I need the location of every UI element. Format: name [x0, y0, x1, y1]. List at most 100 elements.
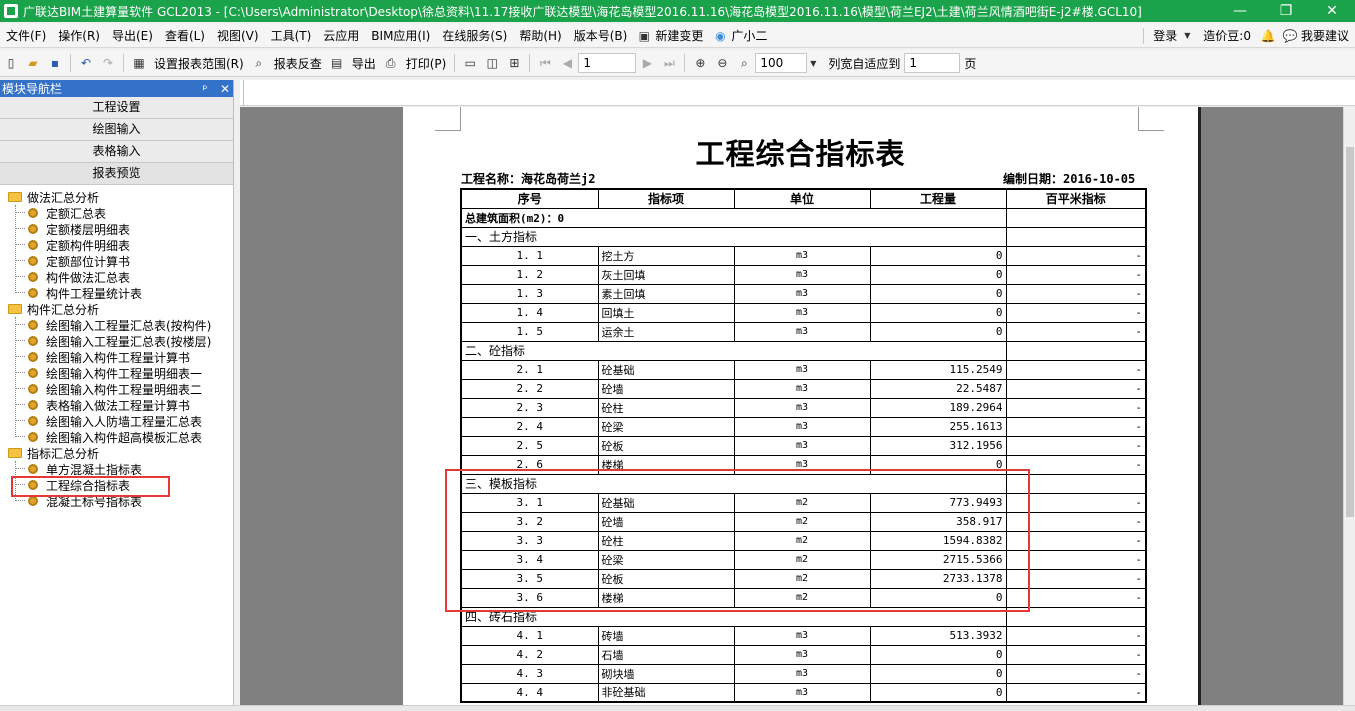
page-number-input[interactable]	[578, 53, 637, 73]
tree-item[interactable]: 绘图输入工程量汇总表(按楼层)	[0, 333, 233, 349]
close-button[interactable]: ✕	[1309, 3, 1355, 19]
row-qty: 0	[869, 682, 1007, 703]
redo-icon[interactable]: ↷	[100, 55, 116, 71]
report-date: 编制日期：2016-10-05	[1003, 172, 1136, 186]
zoom-out-icon[interactable]: ⊖	[714, 55, 730, 71]
feedback-button[interactable]: 我要建议	[1301, 27, 1355, 44]
tree-item[interactable]: 构件做法汇总表	[0, 269, 233, 285]
chevron-down-icon[interactable]: ▼	[805, 55, 821, 71]
menu-view[interactable]: 视图(V)	[211, 27, 265, 44]
tree-item[interactable]: 绘图输入构件工程量计算书	[0, 349, 233, 365]
row-unit: m3	[733, 302, 871, 323]
tree-item[interactable]: 绘图输入工程量汇总表(按构件)	[0, 317, 233, 333]
single-page-icon[interactable]: ▭	[462, 55, 478, 71]
new-file-icon[interactable]: ▯	[3, 55, 19, 71]
login-button[interactable]: 登录	[1147, 27, 1183, 44]
nav-drawing-input[interactable]: 绘图输入	[0, 119, 233, 141]
assistant-button[interactable]: 广小二	[731, 27, 773, 44]
report-range-icon: ▦	[133, 56, 145, 70]
menu-cloud[interactable]: 云应用	[317, 27, 365, 44]
table-row: 1. 4 回填土 m3 0-	[460, 302, 1147, 323]
zoom-in-icon[interactable]: ⊕	[692, 55, 708, 71]
table-body: 总建筑面积(m2)：0 一、土方指标 1. 1 挖土方 m3 0-1. 2 灰土回填 m3 0…	[460, 207, 1147, 703]
multi-page-icon[interactable]: ⊞	[506, 55, 522, 71]
tree-group-index-summary[interactable]: 指标汇总分析	[0, 445, 233, 461]
report-preview-canvas[interactable]: 工程综合指标表 工程名称：海花岛荷兰j2 编制日期：2016-10-05 序号 …	[240, 107, 1343, 705]
row-item: 砌块墙	[597, 663, 735, 684]
tree-item[interactable]: 定额构件明细表	[0, 237, 233, 253]
row-item: 素土回填	[597, 283, 735, 304]
set-report-range-button[interactable]: 设置报表范围(R)	[150, 55, 248, 72]
row-index: -	[1005, 435, 1147, 456]
tree-item-label: 绘图输入构件工程量明细表二	[46, 382, 203, 397]
tree-item-label: 绘图输入人防墙工程量汇总表	[46, 414, 203, 429]
tree-item[interactable]: 单方混凝土指标表	[0, 461, 233, 477]
search-icon[interactable]: ⌕	[736, 55, 752, 71]
tree-item[interactable]: 定额楼层明细表	[0, 221, 233, 237]
menu-view-l[interactable]: 查看(L)	[159, 27, 211, 44]
row-qty: 255.1613	[869, 416, 1007, 437]
row-unit: m3	[733, 245, 871, 266]
menu-tools[interactable]: 工具(T)	[265, 27, 318, 44]
zoom-input[interactable]	[755, 53, 808, 73]
last-page-icon[interactable]: ⏭	[661, 55, 677, 71]
menu-export[interactable]: 导出(E)	[106, 27, 159, 44]
undo-icon[interactable]: ↶	[78, 55, 94, 71]
scrollbar-thumb[interactable]	[1346, 147, 1354, 517]
row-unit: m3	[733, 644, 871, 665]
check-report-button[interactable]: 报表反查	[270, 55, 326, 72]
tree-item-label: 构件做法汇总表	[46, 270, 131, 285]
row-qty: 0	[869, 321, 1007, 342]
beans-counter[interactable]: 造价豆:0	[1197, 27, 1257, 44]
export-button[interactable]: 导出	[348, 55, 380, 72]
window-title: 广联达BIM土建算量软件 GCL2013 - [C:\Users\Adminis…	[23, 4, 1142, 19]
tree-item-label: 单方混凝土指标表	[46, 462, 143, 477]
open-folder-icon[interactable]: ▰	[25, 55, 41, 71]
row-index: -	[1005, 302, 1147, 323]
tree-item[interactable]: 绘图输入构件工程量明细表二	[0, 381, 233, 397]
menu-bim[interactable]: BIM应用(I)	[365, 27, 436, 44]
status-bar	[0, 705, 1355, 711]
nav-report-preview[interactable]: 报表预览	[0, 163, 233, 185]
menu-file[interactable]: 文件(F)	[0, 27, 52, 44]
pin-icon[interactable]: ᵖ	[197, 82, 213, 96]
restore-button[interactable]: ❐	[1263, 3, 1309, 19]
table-row: 1. 3 素土回填 m3 0-	[460, 283, 1147, 304]
tree-group-method-summary[interactable]: 做法汇总分析	[0, 189, 233, 205]
tree-item[interactable]: 定额汇总表	[0, 205, 233, 221]
fit-pages-input[interactable]	[904, 53, 961, 73]
tree-item[interactable]: 绘图输入构件工程量明细表一	[0, 365, 233, 381]
first-page-icon[interactable]: ⏮	[537, 55, 553, 71]
gear-icon	[28, 320, 38, 330]
vertical-scrollbar[interactable]	[1343, 107, 1355, 705]
tree-item[interactable]: 构件工程量统计表	[0, 285, 233, 301]
report-title: 工程综合指标表	[695, 137, 906, 171]
tree-item[interactable]: 定额部位计算书	[0, 253, 233, 269]
new-change-button[interactable]: 新建变更	[655, 27, 709, 44]
tree-item[interactable]: 绘图输入人防墙工程量汇总表	[0, 413, 233, 429]
gear-icon	[28, 416, 38, 426]
panel-close-icon[interactable]: ✕	[217, 82, 233, 96]
two-page-icon[interactable]: ◫	[484, 55, 500, 71]
row-index: -	[1005, 283, 1147, 304]
tree-item[interactable]: 表格输入做法工程量计算书	[0, 397, 233, 413]
nav-project-settings[interactable]: 工程设置	[0, 97, 233, 119]
bell-icon[interactable]: 🔔	[1260, 28, 1276, 44]
tree-item[interactable]: 绘图输入构件超高模板汇总表	[0, 429, 233, 445]
prev-page-icon[interactable]: ◀	[559, 55, 575, 71]
print-button[interactable]: 打印(P)	[402, 55, 451, 72]
nav-table-input[interactable]: 表格输入	[0, 141, 233, 163]
row-qty: 0	[869, 264, 1007, 285]
report-page: 工程综合指标表 工程名称：海花岛荷兰j2 编制日期：2016-10-05 序号 …	[403, 107, 1198, 705]
tree-item-label: 绘图输入工程量汇总表(按楼层)	[46, 334, 212, 349]
menu-help[interactable]: 帮助(H)	[513, 27, 567, 44]
menu-online[interactable]: 在线服务(S)	[436, 27, 513, 44]
next-page-icon[interactable]: ▶	[639, 55, 655, 71]
row-seq: 2. 3	[460, 397, 599, 418]
menu-operate[interactable]: 操作(R)	[52, 27, 106, 44]
minimize-button[interactable]: —	[1217, 3, 1263, 19]
save-icon[interactable]: ▪	[47, 55, 63, 71]
tree-group-component-summary[interactable]: 构件汇总分析	[0, 301, 233, 317]
menu-version[interactable]: 版本号(B)	[568, 27, 634, 44]
row-unit: m3	[733, 283, 871, 304]
